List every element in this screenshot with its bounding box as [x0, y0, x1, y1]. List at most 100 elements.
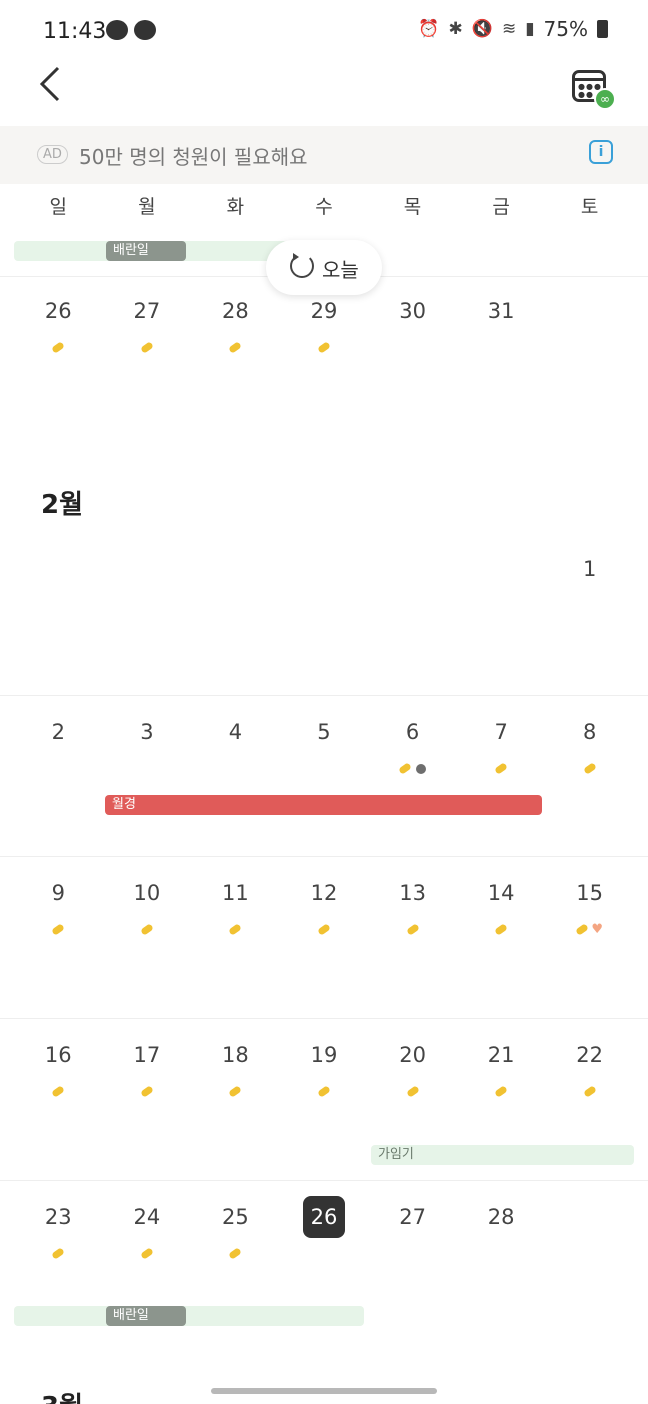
day-markers: ♥ [545, 919, 634, 937]
day-cell[interactable]: 24 [103, 1205, 192, 1229]
today-button[interactable]: 오늘 [266, 240, 382, 295]
pill-icon [228, 923, 243, 936]
day-cell[interactable]: 7 [457, 720, 546, 744]
pill-icon [51, 341, 66, 354]
system-icons: ⏰ ✱ 🔇 ≋ ▮ 75% [418, 17, 608, 41]
pill-icon [494, 1085, 509, 1098]
day-cell[interactable]: 31 [457, 299, 546, 323]
pill-marker [191, 337, 280, 354]
pill-icon [405, 1085, 420, 1098]
day-cell[interactable]: 23 [14, 1205, 103, 1229]
pill-marker [457, 919, 546, 936]
day-cell[interactable]: 1 [545, 557, 634, 581]
pill-icon [405, 923, 420, 936]
chat-notification-icon [106, 20, 128, 40]
pill-icon [139, 1247, 154, 1260]
pill-icon [494, 923, 509, 936]
top-navigation: ●●● ●● ∞ [0, 62, 648, 126]
link-icon: ∞ [594, 88, 616, 110]
day-cell[interactable]: 28 [457, 1205, 546, 1229]
pill-icon [582, 1085, 597, 1098]
pill-marker [191, 1081, 280, 1098]
day-cell[interactable]: 18 [191, 1043, 280, 1067]
pill-marker [280, 919, 369, 936]
pill-marker [14, 1081, 103, 1098]
pill-marker [103, 337, 192, 354]
pill-marker [191, 1243, 280, 1260]
day-cell[interactable]: 25 [191, 1205, 280, 1229]
day-cell[interactable]: 27 [103, 299, 192, 323]
calendar-share-button[interactable]: ●●● ●● ∞ [570, 66, 616, 110]
alarm-icon: ⏰ [418, 19, 440, 39]
fertile-bar-next[interactable] [14, 1306, 364, 1326]
back-button[interactable] [38, 64, 78, 108]
pill-marker [368, 1081, 457, 1098]
ad-text[interactable]: 50만 명의 청원이 필요해요 [79, 141, 308, 170]
day-cell[interactable]: 21 [457, 1043, 546, 1067]
day-cell[interactable]: 3 [103, 720, 192, 744]
day-cell[interactable]: 13 [368, 881, 457, 905]
selected-day-cell[interactable]: 26 [303, 1196, 345, 1238]
day-cell[interactable]: 17 [103, 1043, 192, 1067]
day-cell[interactable]: 20 [368, 1043, 457, 1067]
day-cell[interactable]: 22 [545, 1043, 634, 1067]
day-cell[interactable]: 19 [280, 1043, 369, 1067]
day-cell[interactable]: 4 [191, 720, 280, 744]
day-cell[interactable]: 6 [368, 720, 457, 744]
pill-marker [457, 1081, 546, 1098]
pill-marker [545, 758, 634, 775]
day-cell[interactable]: 29 [280, 299, 369, 323]
pill-icon [398, 762, 413, 775]
day-cell[interactable]: 5 [280, 720, 369, 744]
weekday-sun: 일 [49, 196, 68, 218]
pill-marker [103, 919, 192, 936]
weekday-mon: 월 [138, 196, 156, 218]
day-cell[interactable]: 14 [457, 881, 546, 905]
note-dot-icon [416, 763, 427, 774]
ovulation-bar-prev[interactable]: 배란일 [106, 241, 186, 261]
day-cell[interactable]: 12 [280, 881, 369, 905]
pill-marker [14, 337, 103, 354]
month-title-feb: 2월 [41, 490, 84, 520]
month-title-mar: 3월 [41, 1386, 83, 1404]
day-cell[interactable]: 10 [103, 881, 192, 905]
pill-icon [51, 923, 66, 936]
mute-icon: 🔇 [471, 19, 493, 39]
day-cell[interactable]: 26 [14, 299, 103, 323]
pill-icon [317, 341, 331, 354]
info-icon[interactable]: i [589, 140, 613, 164]
pill-icon [582, 762, 597, 775]
pill-icon [228, 1085, 243, 1098]
pill-icon [139, 1085, 154, 1098]
day-cell[interactable]: 2 [14, 720, 103, 744]
day-cell[interactable]: 11 [191, 881, 280, 905]
weekday-thu: 목 [403, 196, 422, 218]
weekday-tue: 화 [226, 196, 245, 218]
day-cell[interactable]: 9 [14, 881, 103, 905]
weekday-sat: 토 [580, 196, 599, 218]
today-label: 오늘 [322, 258, 359, 282]
pill-icon [51, 1247, 66, 1260]
ovulation-bar[interactable]: 배란일 [106, 1306, 186, 1326]
day-cell[interactable]: 15 [545, 881, 634, 905]
day-cell[interactable]: 28 [191, 299, 280, 323]
message-notification-icon [134, 20, 156, 40]
period-bar[interactable]: 월경 [105, 795, 542, 815]
day-cell[interactable]: 27 [368, 1205, 457, 1229]
fertile-bar[interactable]: 가임기 [371, 1145, 634, 1165]
pill-marker [280, 1081, 369, 1098]
pill-icon [317, 1085, 331, 1098]
home-indicator[interactable] [211, 1388, 437, 1394]
bluetooth-icon: ✱ [448, 19, 463, 39]
heart-icon: ♥ [591, 922, 603, 937]
weekday-header: 일 월 화 수 목 금 토 [14, 192, 634, 222]
day-cell[interactable]: 16 [14, 1043, 103, 1067]
wifi-icon: ≋ [501, 19, 517, 39]
ad-banner[interactable]: AD 50만 명의 청원이 필요해요 i [0, 126, 648, 184]
day-cell[interactable]: 8 [545, 720, 634, 744]
calendar-week-feb-1: 2 3 4 5 6 7 8 [0, 695, 648, 856]
pill-icon [139, 341, 154, 354]
pill-marker [368, 919, 457, 936]
day-cell[interactable]: 30 [368, 299, 457, 323]
pill-icon [228, 341, 243, 354]
